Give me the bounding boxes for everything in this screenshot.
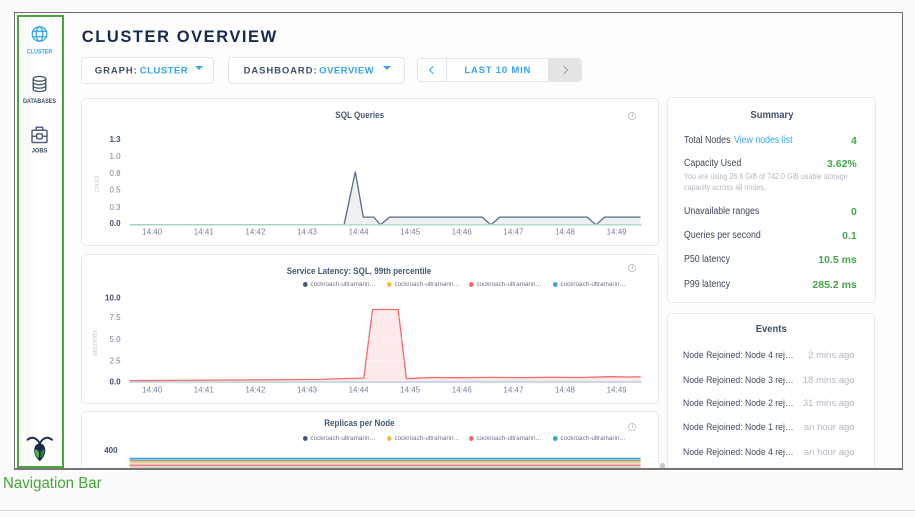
svg-text:14:47: 14:47 [504, 385, 525, 394]
svg-text:14:45: 14:45 [400, 385, 421, 394]
svg-text:14:46: 14:46 [452, 228, 473, 237]
svg-text:1.0: 1.0 [110, 152, 122, 161]
svg-text:2.5: 2.5 [110, 356, 122, 365]
svg-text:DATABASES: DATABASES [23, 98, 56, 105]
svg-text:0.0: 0.0 [110, 377, 122, 386]
svg-text:JOBS: JOBS [32, 148, 48, 155]
svg-text:14:42: 14:42 [246, 385, 267, 394]
svg-text:seconds: seconds [92, 329, 99, 356]
svg-text:1.3: 1.3 [110, 135, 122, 144]
svg-text:14:41: 14:41 [194, 385, 215, 394]
svg-text:14:48: 14:48 [555, 228, 576, 237]
svg-text:14:49: 14:49 [607, 228, 628, 237]
svg-text:14:45: 14:45 [400, 228, 421, 237]
svg-text:0.8: 0.8 [110, 169, 122, 178]
svg-text:14:43: 14:43 [297, 228, 318, 237]
svg-text:14:44: 14:44 [349, 385, 370, 394]
svg-text:14:46: 14:46 [452, 385, 473, 394]
svg-text:14:41: 14:41 [194, 228, 215, 237]
svg-text:0.0: 0.0 [110, 219, 122, 228]
svg-text:14:48: 14:48 [555, 385, 576, 394]
svg-text:14:40: 14:40 [142, 228, 163, 237]
svg-text:5.0: 5.0 [110, 334, 122, 343]
svg-text:400: 400 [104, 446, 118, 455]
svg-text:14:42: 14:42 [246, 228, 267, 237]
svg-text:CLUSTER: CLUSTER [27, 48, 53, 55]
svg-text:14:43: 14:43 [297, 385, 318, 394]
svg-text:14:49: 14:49 [607, 385, 628, 394]
svg-text:0.5: 0.5 [110, 186, 122, 195]
svg-text:14:40: 14:40 [142, 385, 163, 394]
svg-text:14:44: 14:44 [349, 228, 370, 237]
svg-text:14:47: 14:47 [504, 228, 525, 237]
svg-text:10.0: 10.0 [105, 293, 121, 302]
svg-text:7.5: 7.5 [110, 313, 122, 322]
svg-text:count: count [94, 176, 101, 193]
svg-text:0.3: 0.3 [110, 203, 122, 212]
